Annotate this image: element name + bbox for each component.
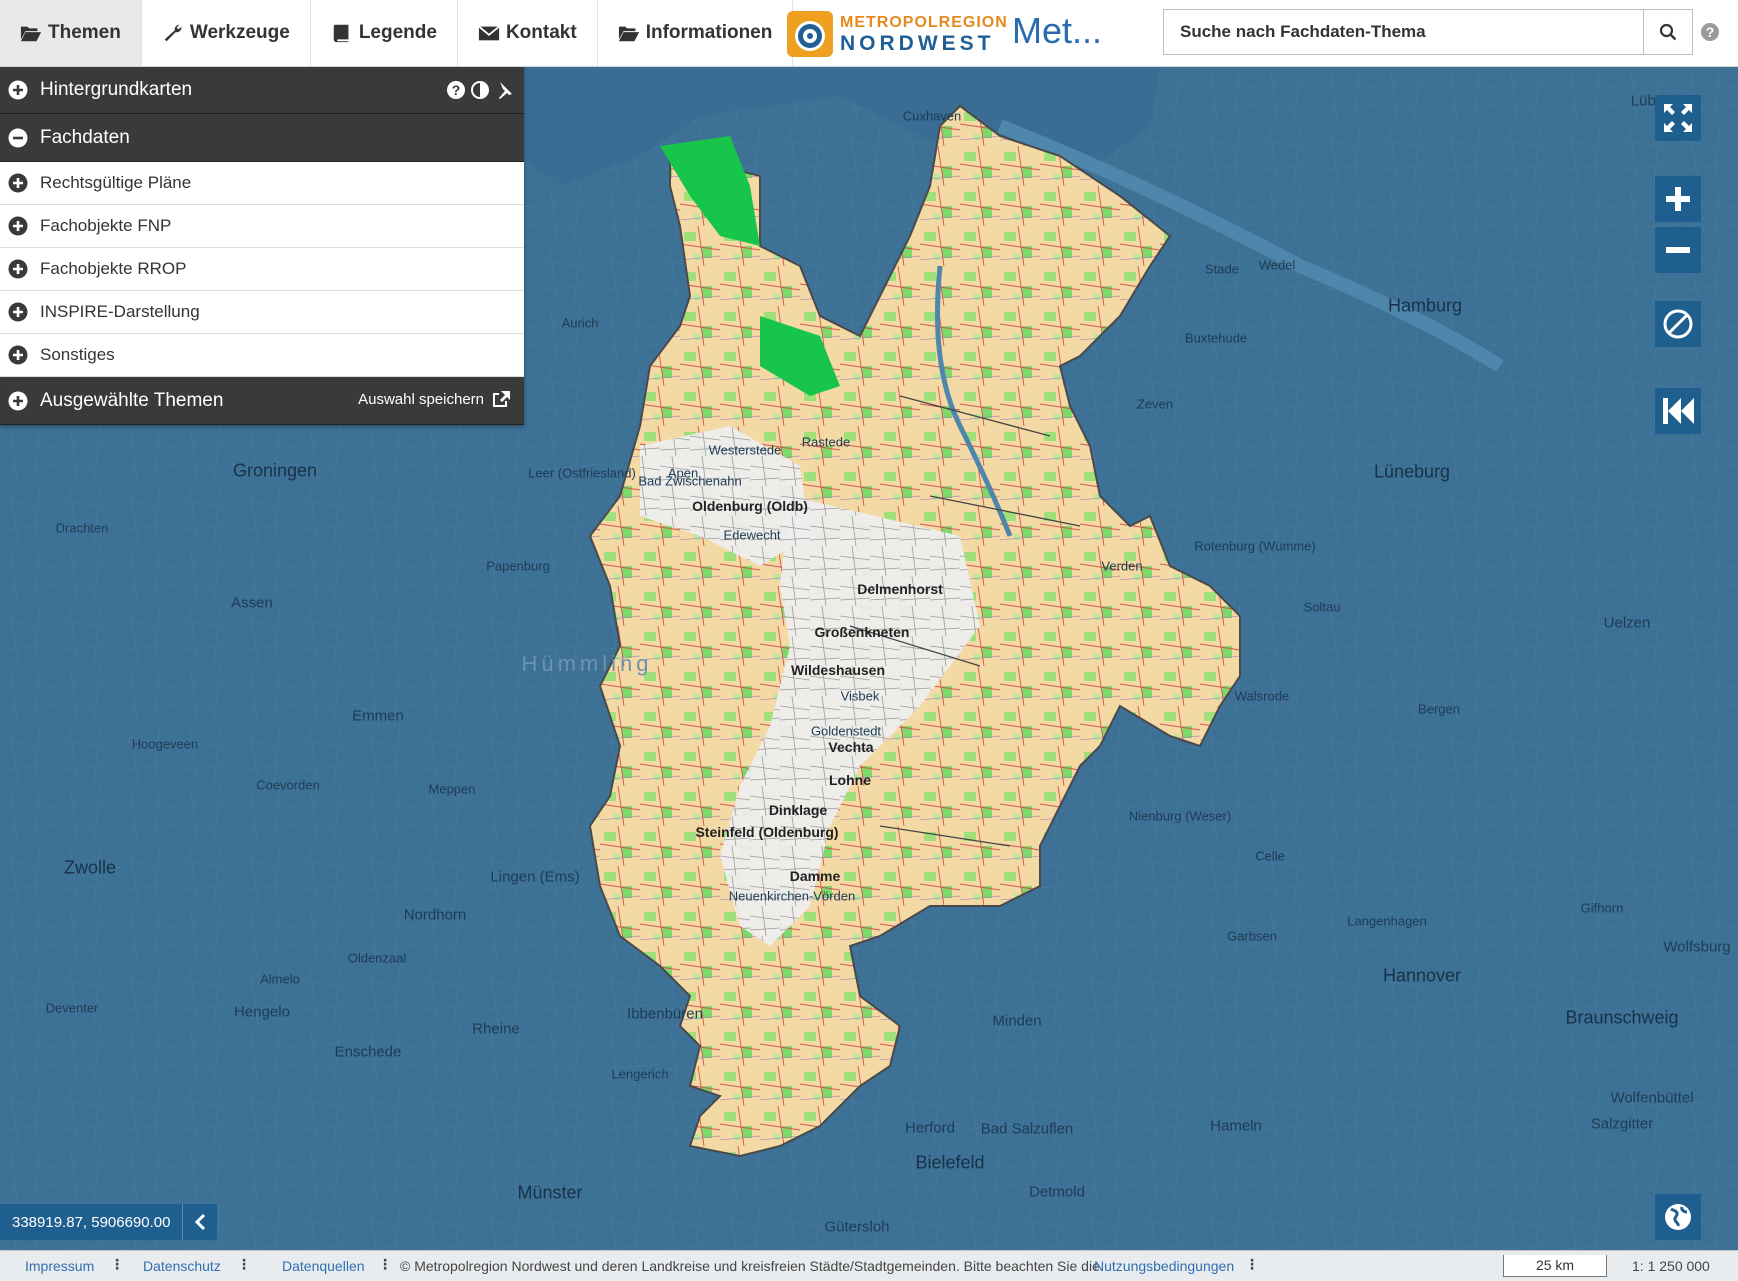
nav-label: Informationen	[645, 22, 773, 43]
minus-icon	[1666, 247, 1690, 253]
logo-line-2: NORDWEST	[840, 31, 995, 55]
minus-circle-icon	[8, 128, 28, 147]
contrast-icon[interactable]	[470, 80, 490, 100]
logo-line-1: METROPOLREGION	[840, 13, 1008, 31]
pin-icon[interactable]	[494, 80, 514, 100]
fachdaten-item-fachobjekte-rrop[interactable]: Fachobjekte RROP	[0, 248, 524, 291]
nav-kontakt[interactable]: Kontakt	[458, 0, 598, 66]
logo-mark-icon	[787, 11, 833, 57]
previous-view-button[interactable]	[1655, 388, 1701, 434]
search-button[interactable]	[1643, 10, 1692, 54]
envelope-icon	[478, 25, 500, 41]
folder-open-icon	[618, 26, 639, 42]
fachdaten-header[interactable]: Fachdaten	[0, 114, 524, 162]
nav-label: Werkzeuge	[189, 22, 290, 43]
zoom-in-button[interactable]	[1655, 176, 1701, 222]
ausgewaehlte-themen-header[interactable]: Ausgewählte Themen Auswahl speichern	[0, 377, 524, 425]
footer-separator: ⋮	[1245, 1256, 1259, 1272]
panel-label: Ausgewählte Themen	[40, 389, 224, 411]
wrench-icon	[164, 24, 182, 42]
impressum-link[interactable]: Impressum	[25, 1258, 94, 1274]
panel-item-label: Sonstiges	[40, 345, 115, 364]
nav-informationen[interactable]: Informationen	[598, 0, 794, 66]
hintergrundkarten-header[interactable]: Hintergrundkarten ?	[0, 66, 524, 114]
panel-item-label: Fachobjekte FNP	[40, 216, 172, 235]
zoom-out-button[interactable]	[1655, 227, 1701, 273]
themes-panel: Hintergrundkarten ? Fachdaten Rechtsgült…	[0, 66, 524, 425]
panel-item-label: Rechtsgültige Pläne	[40, 173, 192, 192]
copyright-text: © Metropolregion Nordwest und deren Land…	[400, 1258, 1100, 1274]
plus-circle-icon	[8, 391, 28, 410]
nav-label: Legende	[358, 22, 437, 43]
save-selection-label: Auswahl speichern	[358, 390, 484, 408]
collapse-coordinates-button[interactable]	[182, 1204, 217, 1240]
fast-backward-icon	[1663, 398, 1694, 424]
chevron-left-icon	[194, 1213, 206, 1231]
nav-label: Kontakt	[505, 22, 577, 43]
svg-text:?: ?	[1706, 24, 1715, 40]
search-input[interactable]	[1164, 10, 1643, 54]
folder-open-icon	[20, 26, 42, 42]
nav-themen[interactable]: Themen	[0, 0, 142, 66]
metropolregion-logo[interactable]: METROPOLREGION NORDWEST	[786, 8, 1008, 60]
plus-circle-icon	[8, 259, 28, 279]
main-navigation: Themen Werkzeuge Legende Kontakt Informa…	[0, 0, 794, 66]
fullscreen-button[interactable]	[1655, 95, 1701, 141]
plus-circle-icon	[8, 173, 28, 193]
svg-text:?: ?	[452, 82, 461, 98]
datenquellen-link[interactable]: Datenquellen	[282, 1258, 365, 1274]
fachdaten-item-inspire[interactable]: INSPIRE-Darstellung	[0, 291, 524, 334]
nav-werkzeuge[interactable]: Werkzeuge	[142, 0, 311, 66]
coordinate-display: 338919.87, 5906690.00	[0, 1204, 183, 1240]
plus-icon	[1666, 187, 1690, 211]
footer: Impressum ⋮ Datenschutz ⋮ Datenquellen ⋮…	[0, 1250, 1738, 1281]
fachdaten-item-rechtsgueltige-plaene[interactable]: Rechtsgültige Pläne	[0, 162, 524, 205]
panel-item-label: Fachobjekte RROP	[40, 259, 187, 278]
scale-ratio: 1: 1 250 000	[1632, 1258, 1710, 1274]
globe-icon	[1665, 1204, 1691, 1230]
plus-circle-icon	[8, 80, 28, 99]
share-icon	[493, 391, 510, 407]
datenschutz-link[interactable]: Datenschutz	[143, 1258, 221, 1274]
reset-button[interactable]	[1655, 301, 1701, 347]
footer-separator: ⋮	[110, 1256, 124, 1272]
plus-circle-icon	[8, 302, 28, 322]
footer-separator: ⋮	[237, 1256, 251, 1272]
book-icon	[333, 24, 349, 43]
expand-icon	[1664, 104, 1692, 132]
globe-button[interactable]	[1655, 1194, 1701, 1240]
help-icon[interactable]: ?	[446, 80, 466, 100]
fachdaten-item-sonstiges[interactable]: Sonstiges	[0, 334, 524, 377]
nav-label: Themen	[48, 22, 121, 43]
site-title: Met...	[1012, 10, 1103, 51]
nav-legende[interactable]: Legende	[311, 0, 458, 66]
panel-label: Fachdaten	[40, 126, 130, 148]
search-box	[1163, 9, 1693, 55]
panel-label: Hintergrundkarten	[40, 78, 193, 100]
terms-link[interactable]: Nutzungsbedingungen	[1094, 1258, 1234, 1274]
fachdaten-item-fachobjekte-fnp[interactable]: Fachobjekte FNP	[0, 205, 524, 248]
plus-circle-icon	[8, 216, 28, 236]
panel-item-label: INSPIRE-Darstellung	[40, 302, 200, 321]
ban-icon	[1663, 309, 1693, 339]
search-icon	[1659, 23, 1677, 41]
help-icon[interactable]: ?	[1700, 22, 1720, 42]
plus-circle-icon	[8, 345, 28, 365]
scale-bar: 25 km	[1503, 1255, 1607, 1277]
save-selection-button[interactable]: Auswahl speichern	[358, 389, 512, 409]
footer-separator: ⋮	[378, 1256, 392, 1272]
top-bar: Themen Werkzeuge Legende Kontakt Informa…	[0, 0, 1738, 67]
